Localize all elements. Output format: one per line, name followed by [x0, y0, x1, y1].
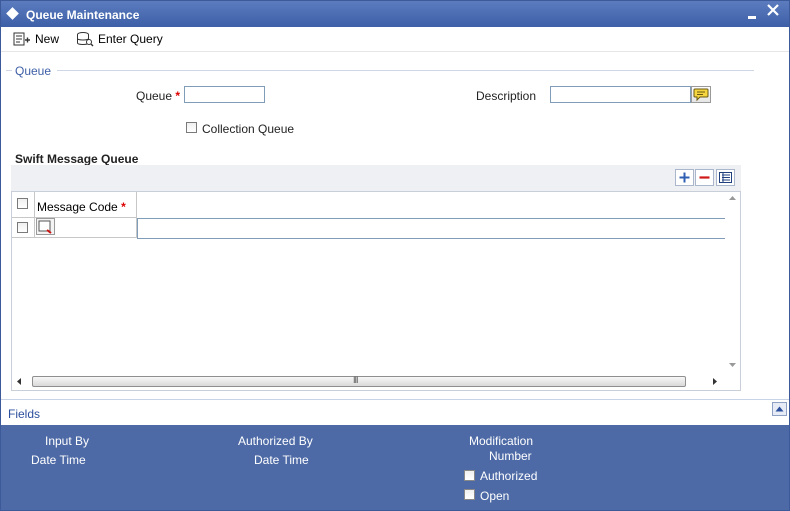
close-button[interactable] — [767, 4, 779, 20]
add-row-button[interactable] — [675, 169, 694, 186]
minimize-button[interactable] — [747, 7, 759, 21]
grid-toolbar — [11, 165, 741, 191]
collapse-button[interactable] — [772, 402, 787, 416]
queue-label: Queue * — [136, 89, 180, 103]
toolbar: New Enter Query — [1, 27, 789, 52]
message-code-input[interactable] — [137, 218, 729, 239]
select-all-checkbox[interactable] — [17, 198, 28, 209]
row-checkbox[interactable] — [17, 222, 28, 233]
enter-query-label: Enter Query — [98, 32, 163, 46]
message-code-lov-cell — [35, 217, 137, 238]
close-icon — [767, 4, 779, 16]
authorized-by-label: Authorized By — [238, 434, 313, 448]
input-by-label: Input By — [45, 434, 90, 448]
enter-query-button[interactable]: Enter Query — [76, 29, 163, 49]
queue-section-legend: Queue — [15, 64, 52, 78]
required-mark: * — [175, 89, 181, 103]
title-bar[interactable]: Queue Maintenance — [1, 1, 789, 27]
scroll-right-icon[interactable] — [712, 377, 718, 386]
delete-row-button[interactable] — [695, 169, 714, 186]
message-code-header: Message Code * — [37, 200, 126, 214]
open-checkbox[interactable] — [464, 489, 475, 500]
scroll-down-icon[interactable] — [728, 362, 737, 368]
modification-label: Modification — [469, 434, 534, 448]
horizontal-scroll-thumb[interactable]: III — [32, 375, 686, 387]
fields-link[interactable]: Fields — [8, 407, 40, 421]
grid-header: Message Code * — [12, 192, 137, 218]
minimize-icon — [748, 16, 756, 19]
scroll-up-icon[interactable] — [728, 195, 737, 201]
date-time-label: Date Time — [254, 453, 309, 467]
new-record-icon — [13, 32, 30, 46]
vertical-scrollbar[interactable] — [725, 192, 740, 375]
swift-message-grid: Message Code * III — [11, 191, 741, 391]
diamond-icon — [6, 7, 19, 20]
number-label: Number — [489, 449, 532, 463]
table-row[interactable] — [12, 217, 729, 239]
open-label: Open — [480, 489, 510, 503]
lookup-icon — [38, 220, 52, 234]
section-divider — [6, 70, 12, 71]
date-time-label: Date Time — [31, 453, 86, 467]
collection-queue-checkbox[interactable] — [186, 122, 197, 133]
new-button[interactable]: New — [13, 29, 59, 49]
swift-message-queue-title: Swift Message Queue — [15, 152, 139, 166]
fields-bar: Fields — [1, 399, 789, 426]
authorized-label: Authorized — [480, 469, 538, 483]
collection-queue-label: Collection Queue — [202, 122, 295, 136]
message-code-header-text: Message Code — [37, 200, 118, 214]
new-label: New — [35, 32, 60, 46]
scroll-left-icon[interactable] — [16, 377, 22, 386]
chevron-up-icon — [775, 406, 784, 412]
column-divider — [34, 192, 35, 217]
authorized-checkbox[interactable] — [464, 470, 475, 481]
queue-maintenance-window: Queue Maintenance New Enter Query Queue … — [0, 0, 790, 511]
section-divider — [57, 70, 754, 71]
horizontal-scrollbar[interactable]: III — [12, 374, 724, 389]
description-label: Description — [476, 89, 537, 103]
plus-icon — [679, 172, 690, 183]
row-select-cell — [12, 217, 35, 238]
description-input[interactable] — [550, 86, 691, 103]
queue-input[interactable] — [184, 86, 265, 103]
single-view-button[interactable] — [716, 169, 735, 186]
list-of-values-icon — [693, 88, 709, 102]
message-code-lov-button[interactable] — [36, 218, 55, 235]
required-mark: * — [121, 200, 126, 214]
list-view-icon — [719, 172, 732, 183]
description-lov-button[interactable] — [691, 86, 711, 103]
audit-panel: Input By Date Time Authorized By Date Ti… — [1, 425, 789, 510]
enter-query-icon — [77, 32, 94, 47]
queue-label-text: Queue — [136, 89, 173, 103]
scroll-grip: III — [353, 375, 358, 385]
minus-icon — [699, 176, 710, 179]
window-title: Queue Maintenance — [26, 8, 140, 22]
